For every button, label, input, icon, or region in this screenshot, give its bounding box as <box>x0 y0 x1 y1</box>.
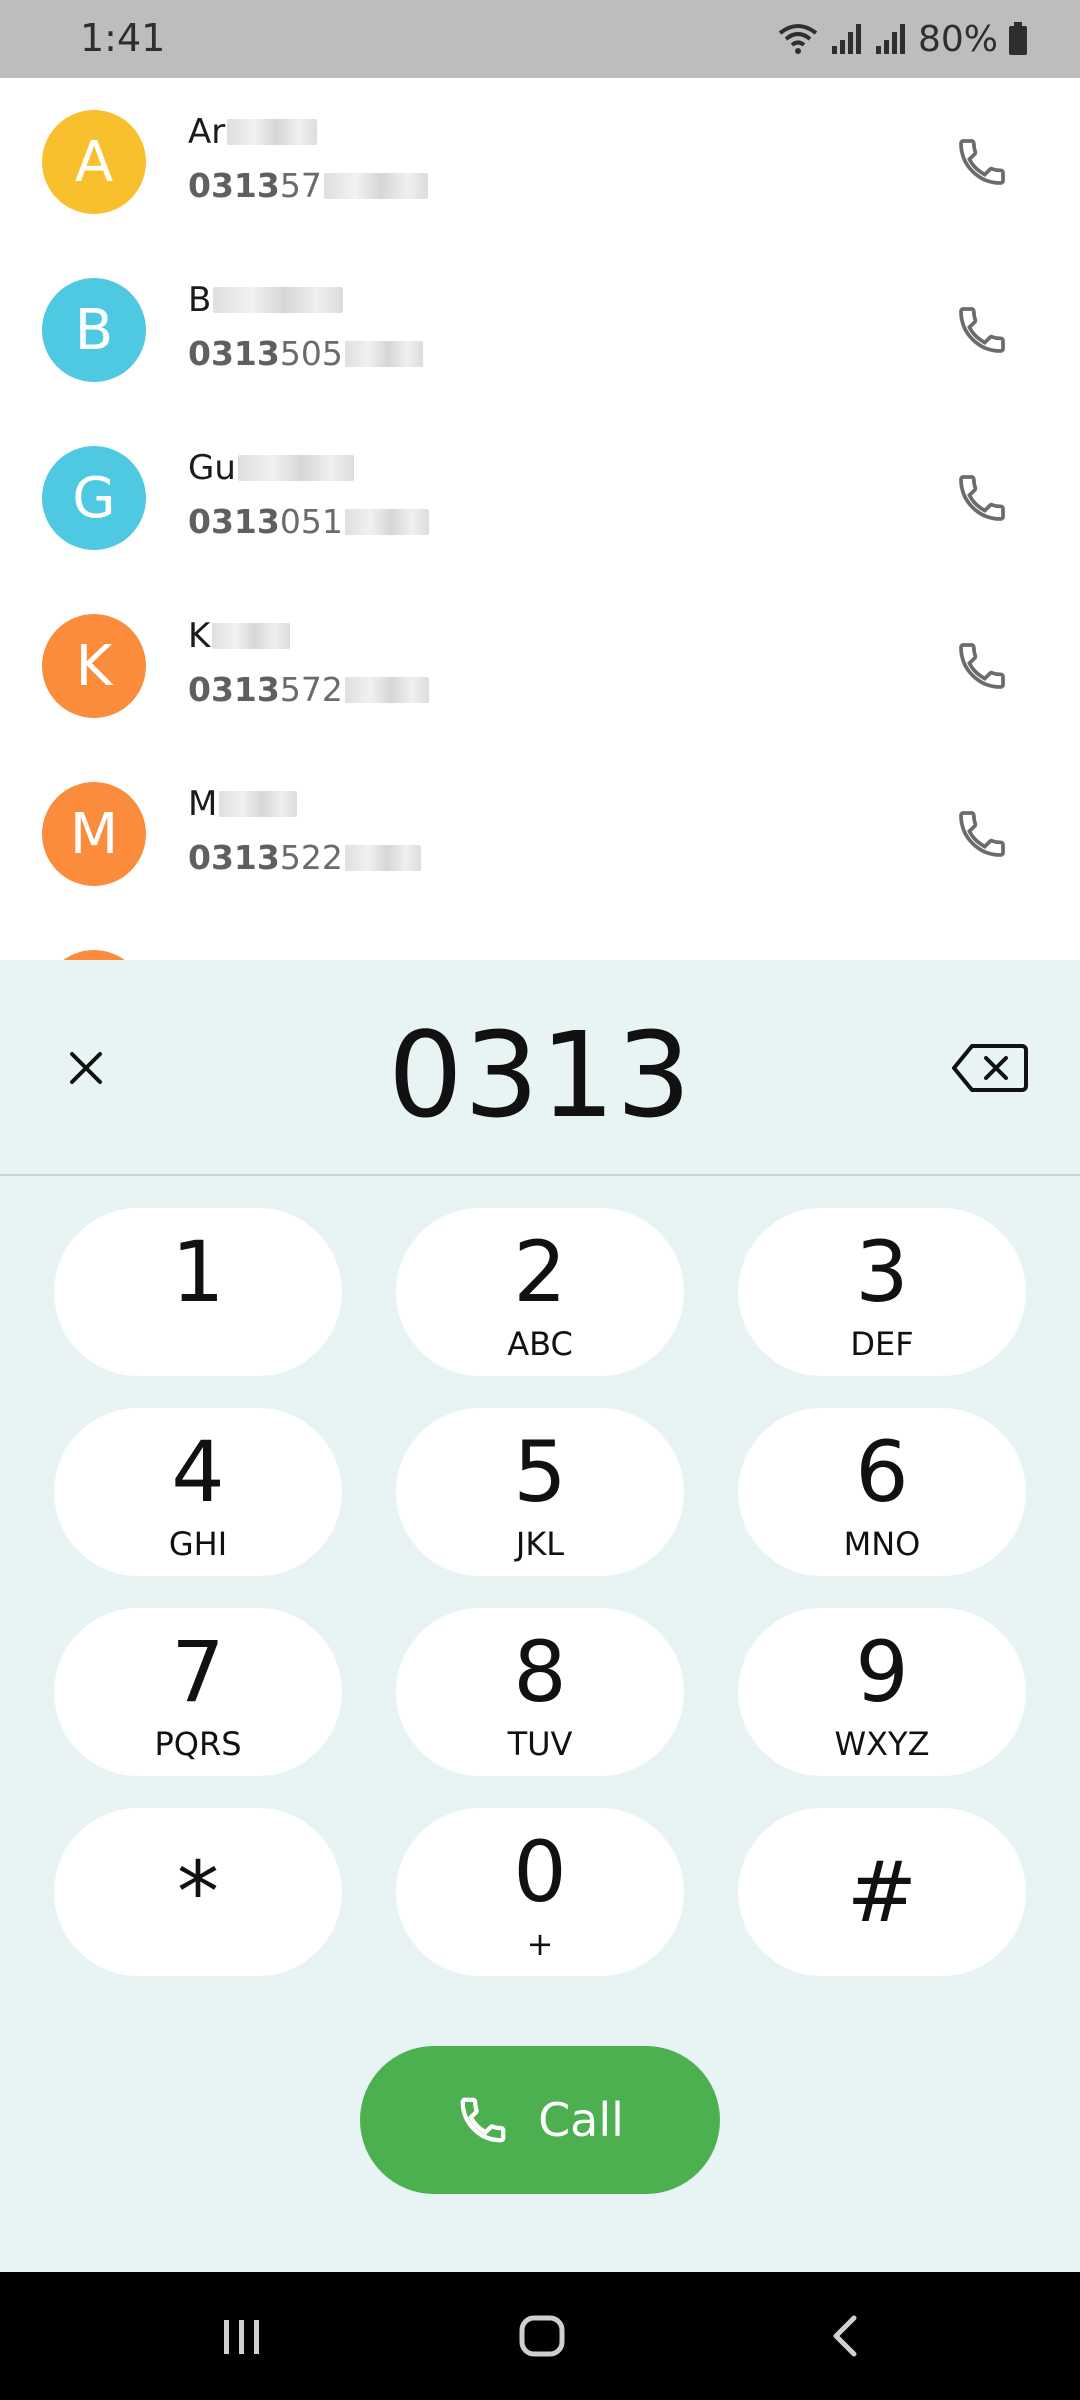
contact-row[interactable]: M M 0313 522 <box>0 750 1080 918</box>
contact-name: B <box>188 280 344 320</box>
phone-icon[interactable] <box>954 302 1010 358</box>
contact-row[interactable]: G Gu 0313 051 <box>0 414 1080 582</box>
dialed-number[interactable]: 0313 <box>0 1006 1080 1144</box>
signal-icon <box>875 24 905 54</box>
contact-row[interactable] <box>0 918 1080 960</box>
contact-number: 0313 051 <box>188 502 429 541</box>
contact-name: K <box>188 616 291 656</box>
call-button[interactable]: Call <box>360 2046 720 2194</box>
backspace-icon[interactable] <box>950 1040 1030 1096</box>
battery-percentage: 80% <box>917 18 998 60</box>
recent-apps-icon[interactable] <box>212 2306 272 2366</box>
dialpad-key-9[interactable]: 9 WXYZ <box>738 1608 1026 1776</box>
wifi-icon <box>778 24 818 54</box>
contact-number: 0313 57 <box>188 166 428 205</box>
battery-icon <box>1009 22 1027 55</box>
avatar <box>42 950 146 960</box>
navigation-bar <box>0 2272 1080 2400</box>
dialpad-key-6[interactable]: 6 MNO <box>738 1408 1026 1576</box>
dialpad-key-1[interactable]: 1 <box>54 1208 342 1376</box>
contact-row[interactable]: K K 0313 572 <box>0 582 1080 750</box>
dialpad-key-7[interactable]: 7 PQRS <box>54 1608 342 1776</box>
status-time: 1:41 <box>80 16 166 60</box>
dialpad-key-pound[interactable]: # <box>738 1808 1026 1976</box>
call-label: Call <box>538 2093 624 2147</box>
number-entry-bar: 0313 <box>0 960 1080 1176</box>
phone-icon <box>460 2097 506 2143</box>
home-icon[interactable] <box>512 2306 572 2366</box>
avatar: M <box>42 782 146 886</box>
dialpad-key-4[interactable]: 4 GHI <box>54 1408 342 1576</box>
signal-icon <box>831 24 861 54</box>
dialpad-key-star[interactable]: * <box>54 1808 342 1976</box>
dialpad-key-8[interactable]: 8 TUV <box>396 1608 684 1776</box>
avatar: A <box>42 110 146 214</box>
contact-name: Ar <box>188 112 318 152</box>
contact-name: M <box>188 784 298 824</box>
phone-icon[interactable] <box>954 638 1010 694</box>
dialpad-key-5[interactable]: 5 JKL <box>396 1408 684 1576</box>
phone-icon[interactable] <box>954 806 1010 862</box>
contact-number: 0313 505 <box>188 334 423 373</box>
avatar: K <box>42 614 146 718</box>
dialpad-key-3[interactable]: 3 DEF <box>738 1208 1026 1376</box>
contact-row[interactable]: A Ar 0313 57 <box>0 78 1080 246</box>
avatar: G <box>42 446 146 550</box>
contact-number: 0313 522 <box>188 838 421 877</box>
contact-number: 0313 572 <box>188 670 429 709</box>
avatar: B <box>42 278 146 382</box>
dialpad-panel: 0313 1 2 ABC 3 DEF 4 GHI 5 JKL 6 MNO 7 P… <box>0 960 1080 2272</box>
phone-icon[interactable] <box>954 134 1010 190</box>
contact-row[interactable]: B B 0313 505 <box>0 246 1080 414</box>
status-bar: 1:41 80% <box>0 0 1080 78</box>
phone-icon[interactable] <box>954 470 1010 526</box>
contact-name: Gu <box>188 448 354 488</box>
status-icons: 80% <box>776 16 1028 62</box>
contact-suggestions-list: A Ar 0313 57 B B 0313 505 G Gu 0313 051 K K… <box>0 78 1080 960</box>
back-icon[interactable] <box>816 2306 876 2366</box>
dialpad-key-0[interactable]: 0 + <box>396 1808 684 1976</box>
dialpad-key-2[interactable]: 2 ABC <box>396 1208 684 1376</box>
